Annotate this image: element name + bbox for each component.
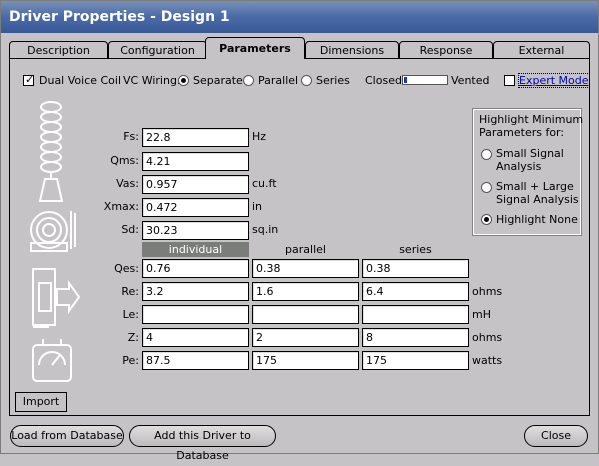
pe-label: Pe: [122, 354, 139, 367]
vc-wiring-separate-radio[interactable] [178, 75, 189, 86]
driver-properties-window: Driver Properties - Design 1 Description… [0, 0, 599, 462]
qes-series-field[interactable]: 0.38 [362, 259, 469, 278]
closed-label: Closed [365, 74, 402, 87]
qms-label: Qms: [110, 154, 139, 167]
fs-field[interactable]: 22.8 [142, 128, 249, 147]
re-unit: ohms [472, 285, 503, 298]
re-series-field[interactable]: 6.4 [362, 282, 469, 301]
radio-selected-dot [484, 217, 489, 222]
column-series[interactable]: series [362, 242, 469, 257]
tab-dimensions[interactable]: Dimensions [305, 41, 399, 59]
slider-thumb[interactable] [404, 77, 407, 83]
tab-parameters[interactable]: Parameters [205, 37, 305, 59]
highlight-none-label: Highlight None [496, 213, 578, 226]
qms-field[interactable]: 4.21 [142, 152, 249, 171]
z-parallel-field[interactable]: 2 [252, 328, 359, 347]
pe-individual-field[interactable]: 87.5 [142, 351, 249, 370]
le-parallel-field[interactable] [252, 305, 359, 324]
tab-external[interactable]: External [493, 41, 590, 59]
fs-unit: Hz [252, 130, 267, 143]
fs-label: Fs: [123, 130, 139, 143]
highlight-title-line1: Highlight Minimum [479, 113, 584, 126]
sd-field[interactable]: 30.23 [142, 221, 249, 240]
meter-icon [32, 339, 72, 382]
load-from-database-button[interactable]: Load from Database [10, 425, 124, 447]
vc-wiring-parallel-label: Parallel [258, 74, 299, 87]
pe-parallel-field[interactable]: 175 [252, 351, 359, 370]
vc-wiring-separate-label: Separate [193, 74, 243, 87]
re-label: Re: [121, 285, 139, 298]
pe-series-field[interactable]: 175 [362, 351, 469, 370]
highlight-small-large-label-2: Signal Analysis [496, 193, 579, 206]
tab-response[interactable]: Response [399, 41, 493, 59]
vas-label: Vas: [116, 177, 139, 190]
highlight-small-large-radio[interactable] [481, 182, 492, 193]
le-unit: mH [472, 308, 491, 321]
qes-individual-field[interactable]: 0.76 [142, 259, 249, 278]
le-individual-field[interactable] [142, 305, 249, 324]
column-parallel[interactable]: parallel [252, 242, 359, 257]
expert-mode-label[interactable]: Expert Mode [518, 73, 590, 88]
re-parallel-field[interactable]: 1.6 [252, 282, 359, 301]
highlight-small-signal-label-1: Small Signal [496, 147, 564, 160]
vc-wiring-series-label: Series [316, 74, 350, 87]
highlight-none-radio[interactable] [481, 214, 492, 225]
closed-vented-slider[interactable] [402, 75, 448, 85]
window-title: Driver Properties - Design 1 [9, 9, 230, 25]
vc-wiring-series-radio[interactable] [301, 75, 312, 86]
highlight-small-signal-label-2: Analysis [496, 160, 542, 173]
vented-label: Vented [451, 74, 490, 87]
xmax-label: Xmax: [103, 200, 139, 213]
re-individual-field[interactable]: 3.2 [142, 282, 249, 301]
close-button[interactable]: Close [524, 425, 588, 447]
column-individual[interactable]: individual [142, 242, 249, 257]
pe-unit: watts [472, 354, 503, 367]
speaker-front-icon [30, 211, 76, 252]
dual-voice-coil-checkbox[interactable]: ✓ [23, 73, 35, 86]
vc-wiring-parallel-radio[interactable] [243, 75, 254, 86]
motor-icon [32, 268, 81, 328]
add-driver-to-database-button[interactable]: Add this Driver to Database [129, 425, 276, 462]
highlight-title-line2: Parameters for: [479, 126, 565, 139]
checkmark-icon: ✓ [25, 73, 35, 86]
vc-wiring-label: VC Wiring: [123, 74, 181, 87]
z-unit: ohms [472, 331, 503, 344]
vas-field[interactable]: 0.957 [142, 175, 249, 194]
coil-icon [38, 101, 64, 202]
z-individual-field[interactable]: 4 [142, 328, 249, 347]
tab-description[interactable]: Description [9, 41, 108, 59]
le-label: Le: [122, 308, 139, 321]
tab-configuration[interactable]: Configuration [108, 41, 207, 59]
qes-label: Qes: [114, 262, 139, 275]
title-bar[interactable]: Driver Properties - Design 1 [1, 1, 598, 33]
radio-selected-dot [181, 78, 186, 83]
import-button[interactable]: Import [15, 392, 67, 412]
sd-label: Sd: [121, 223, 139, 236]
expert-mode-checkbox[interactable] [504, 75, 515, 86]
z-series-field[interactable]: 8 [362, 328, 469, 347]
highlight-small-large-label-1: Small + Large [496, 180, 574, 193]
xmax-unit: in [252, 200, 263, 213]
xmax-field[interactable]: 0.472 [142, 198, 249, 217]
qes-parallel-field[interactable]: 0.38 [252, 259, 359, 278]
sd-unit: sq.in [252, 223, 279, 236]
dual-voice-coil-label: Dual Voice Coil [39, 74, 122, 87]
le-series-field[interactable] [362, 305, 469, 324]
highlight-small-signal-radio[interactable] [481, 149, 492, 160]
z-label: Z: [127, 331, 139, 344]
vas-unit: cu.ft [252, 177, 277, 190]
